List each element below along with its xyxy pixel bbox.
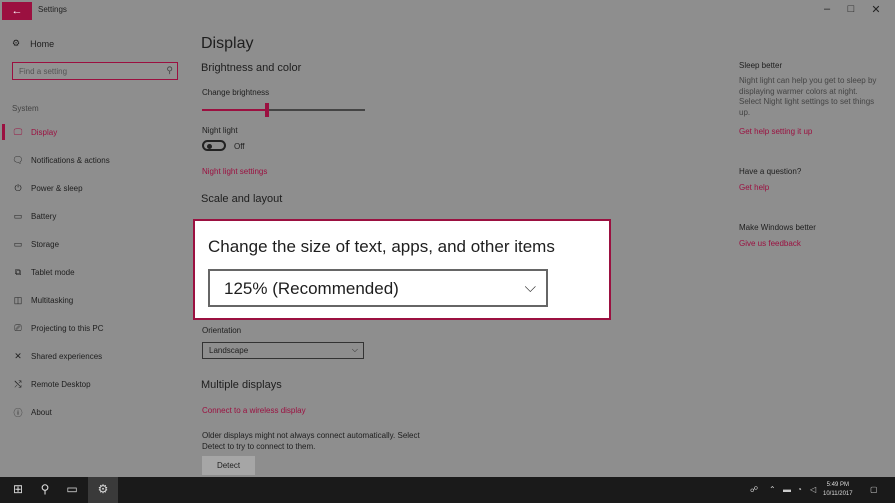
projector-icon: ⎚ bbox=[14, 322, 22, 333]
chevron-down-icon: ⌵ bbox=[524, 279, 536, 296]
sidebar: ⚙ Home Find a setting ⚲ System 🖵 Display… bbox=[0, 22, 190, 477]
title-bar: ← Settings – □ ✕ bbox=[0, 0, 895, 22]
sidebar-item-projecting[interactable]: ⎚ Projecting to this PC bbox=[0, 317, 190, 339]
gear-icon: ⚙ bbox=[97, 482, 109, 496]
orientation-select[interactable]: Landscape ⌵ bbox=[202, 342, 364, 359]
change-brightness-label: Change brightness bbox=[202, 88, 270, 97]
network-icon[interactable]: ◔ bbox=[797, 485, 802, 494]
taskbar: ⊞ ⚲ ▭ ⚙ ☍ ⌃ ▬ ◔ ◁ 5:49 PM 10/11/2017 ▢ bbox=[0, 477, 895, 503]
wireless-display-link[interactable]: Connect to a wireless display bbox=[202, 406, 306, 415]
help-setting-link[interactable]: Get help setting it up bbox=[739, 127, 812, 136]
sidebar-item-label: Multitasking bbox=[31, 295, 74, 305]
gear-icon: ⚙ bbox=[12, 38, 21, 48]
home-label: Home bbox=[30, 38, 55, 49]
battery-icon: ▭ bbox=[13, 210, 23, 221]
multiple-displays-heading: Multiple displays bbox=[201, 379, 282, 391]
scale-callout: Change the size of text, apps, and other… bbox=[193, 219, 611, 320]
get-help-link[interactable]: Get help bbox=[739, 183, 769, 192]
sleep-better-text: Night light can help you get to sleep by… bbox=[739, 76, 877, 117]
toggle-knob bbox=[207, 144, 212, 149]
sidebar-item-about[interactable]: ⓘ About bbox=[0, 401, 190, 423]
action-center-icon[interactable]: ▢ bbox=[870, 485, 878, 494]
chevron-down-icon: ⌵ bbox=[351, 345, 358, 354]
multitasking-icon: ◫ bbox=[13, 294, 23, 305]
task-view-icon[interactable]: ▭ bbox=[63, 482, 81, 496]
night-light-label: Night light bbox=[202, 126, 238, 135]
settings-taskbar-item[interactable]: ⚙ bbox=[88, 477, 118, 503]
night-light-state: Off bbox=[234, 142, 245, 151]
people-icon[interactable]: ☍ bbox=[750, 485, 758, 494]
close-button[interactable]: ✕ bbox=[866, 3, 886, 16]
search-icon[interactable]: ⚲ bbox=[36, 482, 54, 496]
orientation-label: Orientation bbox=[202, 326, 242, 335]
sidebar-item-label: About bbox=[31, 407, 52, 417]
sidebar-item-label: Tablet mode bbox=[31, 267, 75, 277]
sidebar-item-label: Display bbox=[31, 127, 58, 137]
night-light-settings-link[interactable]: Night light settings bbox=[202, 167, 267, 176]
related-panel: Sleep better Night light can help you ge… bbox=[739, 22, 889, 477]
brightness-heading: Brightness and color bbox=[201, 62, 302, 74]
orientation-value: Landscape bbox=[209, 346, 249, 355]
sidebar-item-shared-experiences[interactable]: ✕ Shared experiences bbox=[0, 345, 190, 367]
older-displays-text-1: Older displays might not always connect … bbox=[202, 431, 420, 440]
sidebar-item-label: Storage bbox=[31, 239, 60, 249]
section-label: System bbox=[12, 104, 39, 113]
search-icon: ⚲ bbox=[166, 65, 173, 75]
clock-date: 10/11/2017 bbox=[823, 491, 853, 497]
sidebar-item-label: Power & sleep bbox=[31, 183, 83, 193]
sidebar-item-label: Battery bbox=[31, 211, 57, 221]
sidebar-item-storage[interactable]: ▭ Storage bbox=[0, 233, 190, 255]
battery-icon[interactable]: ▬ bbox=[783, 485, 791, 494]
volume-icon[interactable]: ◁ bbox=[810, 485, 816, 494]
question-heading: Have a question? bbox=[739, 167, 802, 176]
monitor-icon: 🖵 bbox=[13, 126, 23, 137]
maximize-button[interactable]: □ bbox=[841, 3, 861, 15]
sidebar-item-label: Remote Desktop bbox=[31, 379, 91, 389]
clock[interactable]: 5:49 PM 10/11/2017 bbox=[823, 481, 853, 499]
search-input[interactable]: Find a setting ⚲ bbox=[12, 62, 178, 80]
chevron-up-icon[interactable]: ⌃ bbox=[769, 485, 776, 494]
scale-select[interactable]: 125% (Recommended) ⌵ bbox=[208, 269, 548, 307]
make-windows-better-heading: Make Windows better bbox=[739, 223, 816, 232]
brightness-slider-thumb[interactable] bbox=[265, 103, 270, 117]
sidebar-item-tablet-mode[interactable]: ⧉ Tablet mode bbox=[0, 261, 190, 283]
sidebar-item-remote-desktop[interactable]: ⤭ Remote Desktop bbox=[0, 373, 190, 395]
night-light-toggle[interactable] bbox=[202, 140, 226, 151]
sidebar-item-power[interactable]: ⏻ Power & sleep bbox=[0, 177, 190, 199]
sidebar-item-multitasking[interactable]: ◫ Multitasking bbox=[0, 289, 190, 311]
page-title: Display bbox=[201, 35, 254, 52]
scale-value: 125% (Recommended) bbox=[224, 279, 399, 298]
start-icon[interactable]: ⊞ bbox=[9, 482, 27, 496]
sidebar-item-notifications[interactable]: 🗨 Notifications & actions bbox=[0, 149, 190, 171]
sidebar-item-label: Notifications & actions bbox=[31, 155, 110, 165]
brightness-slider-fill bbox=[202, 109, 268, 111]
window-title: Settings bbox=[38, 5, 67, 14]
search-placeholder: Find a setting bbox=[19, 67, 68, 76]
sidebar-item-display[interactable]: 🖵 Display bbox=[0, 121, 190, 143]
remote-desktop-icon: ⤭ bbox=[14, 378, 22, 389]
back-button[interactable]: ← bbox=[2, 2, 32, 20]
notification-icon: 🗨 bbox=[12, 154, 24, 165]
sidebar-item-label: Projecting to this PC bbox=[31, 323, 104, 333]
home-link[interactable]: ⚙ Home bbox=[12, 38, 54, 49]
scale-heading: Scale and layout bbox=[201, 193, 283, 205]
storage-icon: ▭ bbox=[13, 238, 23, 249]
minimize-button[interactable]: – bbox=[817, 3, 837, 15]
brightness-slider[interactable] bbox=[202, 103, 365, 117]
power-icon: ⏻ bbox=[14, 182, 22, 193]
sidebar-item-battery[interactable]: ▭ Battery bbox=[0, 205, 190, 227]
older-displays-text-2: Detect to try to connect to them. bbox=[202, 442, 316, 451]
sleep-better-heading: Sleep better bbox=[739, 61, 783, 70]
tablet-icon: ⧉ bbox=[14, 266, 22, 277]
sidebar-item-label: Shared experiences bbox=[31, 351, 103, 361]
scale-setting-label: Change the size of text, apps, and other… bbox=[208, 237, 555, 256]
info-icon: ⓘ bbox=[13, 407, 23, 418]
feedback-link[interactable]: Give us feedback bbox=[739, 239, 801, 248]
clock-time: 5:49 PM bbox=[826, 482, 849, 488]
detect-button[interactable]: Detect bbox=[202, 456, 255, 475]
shared-icon: ✕ bbox=[14, 350, 22, 361]
